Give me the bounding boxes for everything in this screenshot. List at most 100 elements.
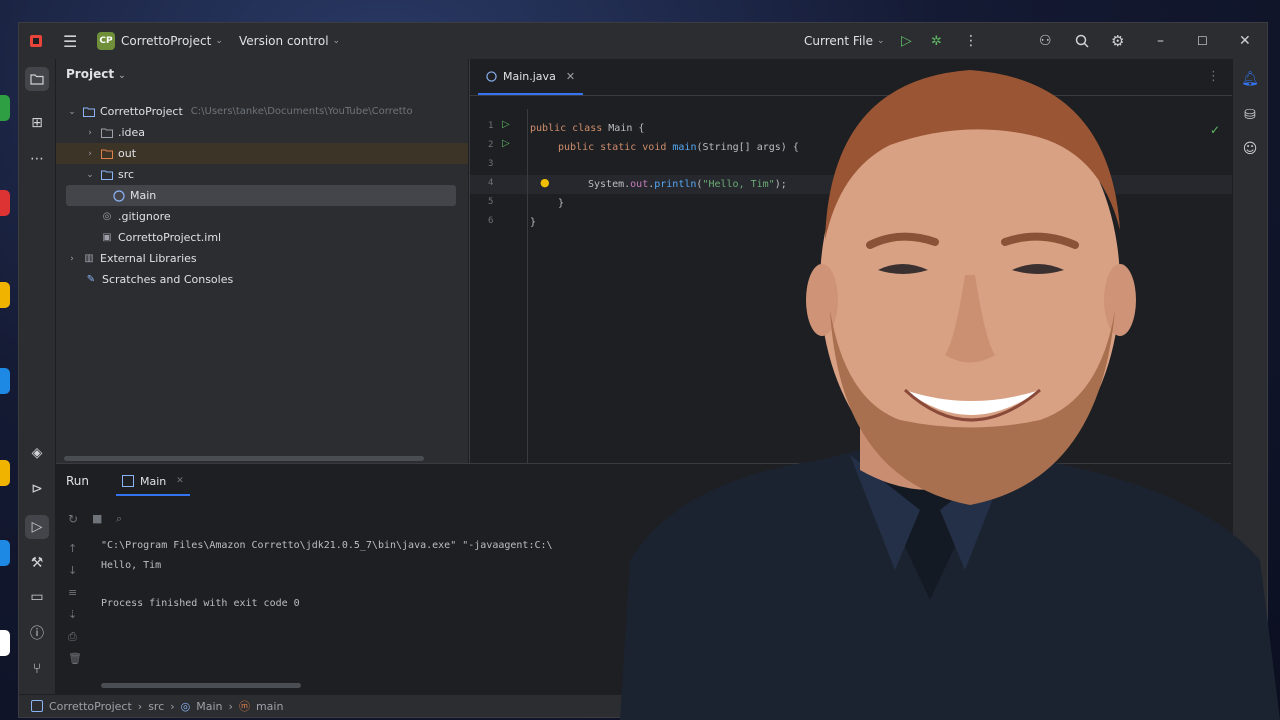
tree-item-iml[interactable]: ▣ CorrettoProject.iml [56,227,468,248]
code-line-6: } [530,217,537,228]
desktop-app-icon[interactable] [0,95,10,121]
console-line: "C:\Program Files\Amazon Corretto\jdk21.… [101,540,553,551]
tree-item-label: CorrettoProject.iml [118,231,222,244]
desktop-app-icon[interactable] [0,460,10,486]
run-tool-icon[interactable]: ▷ [25,515,49,539]
project-folder-icon[interactable] [25,67,49,91]
desktop-app-icon[interactable] [0,190,10,216]
lightbulb-icon[interactable]: ● [540,176,550,189]
tree-item-scratches[interactable]: ✎ Scratches and Consoles [56,269,468,290]
java-class-icon [486,70,497,82]
tree-item-label: Main [130,189,157,202]
stop-icon[interactable]: ■ [92,512,102,525]
tree-item-label: Scratches and Consoles [102,273,234,286]
module-file-icon: ▣ [102,232,112,243]
clear-icon[interactable]: 🗑︎ [68,652,82,665]
breadcrumb-main-method[interactable]: main [256,700,283,713]
console-output: Hello, Tim [101,560,162,571]
breadcrumb-separator-icon: › [170,699,175,713]
tree-root-path: C:\Users\tanke\Documents\YouTube\Corrett… [190,106,413,117]
tree-item-src[interactable]: ⌄ src [56,164,468,185]
breadcrumb-src[interactable]: src [148,700,164,713]
breadcrumb-separator-icon: › [137,699,143,713]
console-scrollbar[interactable] [101,683,301,688]
console-exit-message: Process finished with exit code 0 [101,598,300,609]
tree-root-label: CorrettoProject [100,105,183,118]
breadcrumb-separator-icon: › [228,699,233,713]
close-tab-icon[interactable]: ✕ [176,476,184,486]
git-icon[interactable]: ⑂ [25,657,49,681]
chevron-down-icon: ⌄ [215,36,223,46]
app-logo-icon[interactable] [29,23,43,59]
source-folder-icon [100,169,114,181]
run-tab-label: Main [140,474,167,488]
line-number: 4 [488,178,494,188]
problems-icon[interactable]: ⓘ [25,621,49,645]
run-gutter-icon[interactable]: ▷ [502,138,510,149]
module-folder-icon [82,106,96,118]
project-panel-title[interactable]: Project ⌄ [66,67,126,81]
left-tool-strip: ⊞ ⋯ ◈ ⊳ ▷ ⚒ ▭ ⓘ ⑂ [19,59,56,695]
module-icon [31,700,43,712]
tab-label: Main.java [503,69,556,83]
desktop-app-icon[interactable] [0,282,10,308]
scroll-up-icon[interactable]: ↑ [68,542,77,555]
camera-icon[interactable]: ⌕ [116,512,122,526]
line-number: 1 [488,121,494,131]
chevron-down-icon: ⌄ [332,36,341,46]
tree-item-label: External Libraries [100,252,197,265]
folder-icon [100,127,114,139]
tree-item-label: .gitignore [118,210,171,223]
java-class-icon: ◎ [180,699,191,713]
project-badge: CP [97,32,115,50]
line-number: 6 [488,216,494,226]
print-icon[interactable]: ⎙ [68,630,77,644]
desktop-app-icon[interactable] [0,368,10,394]
tree-item-label: src [118,168,135,181]
presenter-photo [620,70,1280,720]
java-class-icon [112,189,126,202]
scratches-icon: ✎ [86,274,96,285]
version-control-label: Version control [239,34,329,48]
tree-root[interactable]: ⌄ CorrettoProject C:\Users\tanke\Documen… [56,101,468,122]
scroll-down-icon[interactable]: ↓ [68,564,77,577]
tree-item-gitignore[interactable]: ◎ .gitignore [56,206,468,227]
layers-icon[interactable]: ◈ [25,441,49,465]
main-menu-icon[interactable]: ☰ [63,23,77,59]
run-tab-main[interactable]: Main ✕ [116,468,190,496]
excluded-folder-icon [100,148,114,160]
line-number: 3 [488,159,494,169]
run-panel-title: Run [66,474,90,488]
tree-item-idea[interactable]: › .idea [56,122,468,143]
tree-item-external-libraries[interactable]: › ▥ External Libraries [56,248,468,269]
run-gutter-icon[interactable]: ▷ [502,119,510,130]
structure-icon[interactable]: ⊞ [25,111,49,135]
file-icon: ◎ [102,211,112,222]
line-number: 2 [488,140,494,150]
project-switcher[interactable]: CP CorrettoProject ⌄ [97,23,223,59]
horizontal-scrollbar[interactable] [64,456,424,461]
soft-wrap-icon[interactable]: ≡ [68,586,77,599]
tree-item-label: out [118,147,137,160]
gutter-divider [527,109,528,469]
more-tools-icon[interactable]: ⋯ [25,147,49,171]
version-control-menu[interactable]: Version control ⌄ [239,23,340,59]
scroll-to-end-icon[interactable]: ⇣ [68,608,77,621]
breadcrumb-project[interactable]: CorrettoProject [49,700,132,713]
services-icon[interactable]: ⊳ [25,477,49,501]
tree-item-out[interactable]: › out [56,143,468,164]
line-number: 5 [488,197,494,207]
breadcrumb-main-class[interactable]: Main [196,700,222,713]
desktop-app-icon[interactable] [0,540,10,566]
method-icon: ⓜ [238,700,250,713]
tree-item-main[interactable]: Main [66,185,456,206]
library-icon: ▥ [84,253,94,264]
rerun-icon[interactable]: ↻ [68,512,78,526]
desktop-app-icon[interactable] [0,630,10,656]
terminal-icon[interactable]: ▭ [25,585,49,609]
run-config-icon [122,475,134,487]
project-name: CorrettoProject [121,34,212,48]
project-panel: Project ⌄ ⌄ CorrettoProject C:\Users\tank… [56,59,468,463]
build-hammer-icon[interactable]: ⚒ [25,551,49,575]
tree-item-label: .idea [118,126,146,139]
